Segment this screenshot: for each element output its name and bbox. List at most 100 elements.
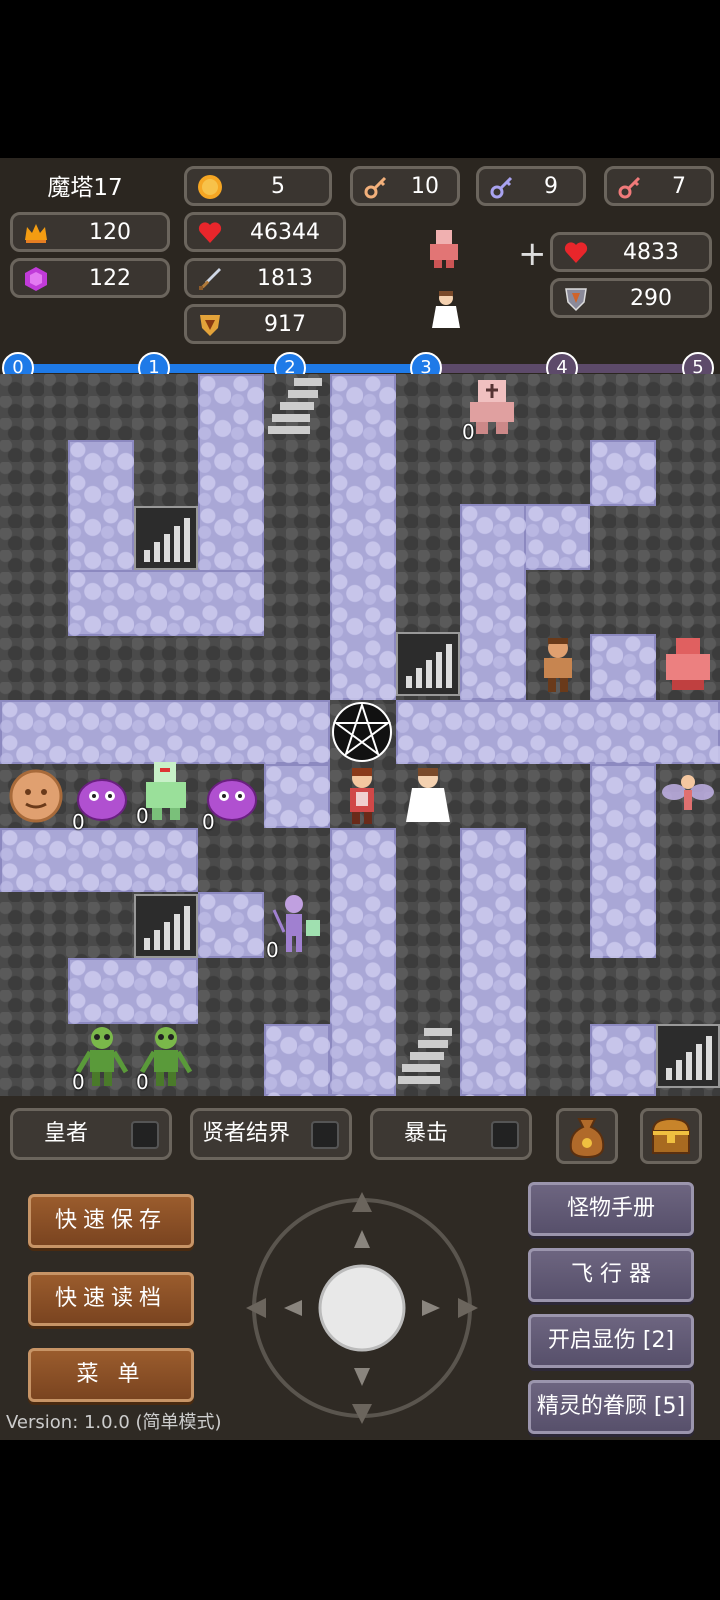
gold-value: 5 — [271, 173, 285, 199]
progress-bar-active — [16, 364, 426, 373]
bonus-def-stat: 290 — [550, 278, 712, 318]
gold-coin-icon — [198, 175, 222, 199]
wall — [198, 892, 264, 958]
wall — [396, 700, 720, 764]
bonus-hp-stat: 4833 — [550, 232, 712, 272]
wall — [590, 764, 656, 958]
yellow-key-stat: 10 — [350, 166, 460, 206]
stairs-up[interactable] — [266, 374, 330, 438]
yellow-key-value: 10 — [411, 173, 439, 199]
small-fairy-npc[interactable] — [656, 764, 720, 828]
green-zombie-monster[interactable]: 0 — [134, 1024, 198, 1094]
control-panel: 皇者 贤者结界 暴击 快速保存 快速读档 菜 单 怪物手册 飞 行 器 开启显伤… — [0, 1096, 720, 1440]
fairy-npc[interactable] — [396, 764, 460, 828]
wall — [264, 764, 330, 828]
monster-book-button[interactable]: 怪物手册 — [528, 1182, 694, 1236]
red-knight-monster[interactable] — [656, 632, 720, 696]
wall — [0, 828, 198, 892]
damage-label: 0 — [136, 804, 149, 828]
stairs-up[interactable] — [396, 1024, 460, 1088]
purple-slime-monster[interactable]: 0 — [70, 764, 134, 834]
hp-stat: 46344 — [184, 212, 346, 252]
damage-label: 0 — [202, 810, 215, 834]
quick-load-button[interactable]: 快速读档 — [28, 1272, 194, 1326]
treasure-button[interactable] — [640, 1108, 702, 1164]
crit-toggle[interactable]: 暴击 — [370, 1108, 532, 1160]
wall — [330, 828, 396, 1096]
stairs-down[interactable] — [134, 506, 198, 570]
gem-value: 122 — [89, 265, 131, 291]
red-key-icon — [618, 176, 641, 199]
damage-label: 0 — [72, 810, 85, 834]
wall — [590, 634, 656, 700]
damage-label: 0 — [72, 1070, 85, 1094]
blue-key-icon — [490, 176, 513, 199]
wall — [264, 1024, 330, 1096]
wall — [330, 374, 396, 700]
plus-sign: + — [518, 234, 547, 274]
damage-label: 0 — [266, 938, 279, 962]
wall — [460, 504, 526, 700]
bag-button[interactable] — [556, 1108, 618, 1164]
shield-icon — [200, 315, 220, 336]
show-damage-button[interactable]: 开启显伤 [2] — [528, 1314, 694, 1368]
blue-key-value: 9 — [544, 173, 558, 199]
magic-circle-icon[interactable] — [330, 700, 394, 764]
defense-stat: 917 — [184, 304, 346, 344]
version-label: Version: 1.0.0 (简单模式) — [6, 1412, 222, 1433]
heart-icon — [564, 242, 588, 263]
game-map[interactable]: 0 0 0 0 0 0 0 — [0, 374, 720, 1096]
attack-stat: 1813 — [184, 258, 346, 298]
flyer-button[interactable]: 飞 行 器 — [528, 1248, 694, 1302]
sword-icon — [199, 268, 221, 290]
king-toggle[interactable]: 皇者 — [10, 1108, 172, 1160]
skeleton-soldier-monster[interactable]: 0 — [264, 892, 328, 962]
fairy-portrait-icon — [432, 291, 460, 328]
attack-value: 1813 — [257, 265, 313, 291]
hp-value: 46344 — [250, 219, 320, 245]
stairs-down[interactable] — [656, 1024, 720, 1088]
green-zombie-monster[interactable]: 0 — [70, 1024, 134, 1094]
stairs-down[interactable] — [134, 894, 198, 958]
defense-value: 917 — [264, 311, 306, 337]
bonus-def-value: 290 — [630, 285, 672, 311]
green-ghost-knight-monster[interactable]: 0 — [134, 758, 198, 828]
shield-badge-icon — [565, 288, 587, 312]
wall — [0, 700, 330, 764]
yellow-key-icon — [364, 176, 387, 199]
menu-button[interactable]: 菜 单 — [28, 1348, 194, 1402]
wall — [590, 440, 656, 506]
king-toggle-label: 皇者 — [43, 1121, 88, 1146]
damage-label: 0 — [462, 420, 475, 444]
player-hero[interactable] — [330, 764, 394, 828]
quick-save-button[interactable]: 快速保存 — [28, 1194, 194, 1248]
wall — [68, 958, 198, 1024]
level-stat: 120 — [10, 212, 170, 252]
damage-label: 0 — [136, 1070, 149, 1094]
joystick[interactable] — [240, 1188, 484, 1428]
stairs-down[interactable] — [396, 632, 460, 696]
fairy-favor-button[interactable]: 精灵的眷顾 [5] — [528, 1380, 694, 1434]
floor-title: 魔塔17 — [47, 175, 123, 201]
red-key-value: 7 — [672, 173, 686, 199]
wall — [68, 570, 264, 636]
stone-face-monster[interactable] — [4, 764, 68, 828]
sage-barrier-checkbox[interactable] — [311, 1121, 339, 1149]
wall — [460, 828, 526, 1096]
treasure-chest-icon — [651, 1117, 691, 1154]
bonus-hp-value: 4833 — [623, 239, 679, 265]
sage-barrier-toggle-label: 贤者结界 — [201, 1121, 290, 1146]
red-key-stat: 7 — [604, 166, 714, 206]
bag-icon — [569, 1118, 605, 1159]
gold-stat: 5 — [184, 166, 332, 206]
stone-golem-monster[interactable]: 0 — [460, 374, 524, 444]
king-checkbox[interactable] — [131, 1121, 159, 1149]
level-value: 120 — [89, 219, 131, 245]
crit-toggle-label: 暴击 — [403, 1121, 448, 1146]
barbarian-monster[interactable] — [526, 632, 590, 696]
purple-slime-monster[interactable]: 0 — [200, 764, 264, 834]
gem-stat: 122 — [10, 258, 170, 298]
armored-hero-icon — [430, 230, 458, 268]
crit-checkbox[interactable] — [491, 1121, 519, 1149]
sage-barrier-toggle[interactable]: 贤者结界 — [190, 1108, 352, 1160]
